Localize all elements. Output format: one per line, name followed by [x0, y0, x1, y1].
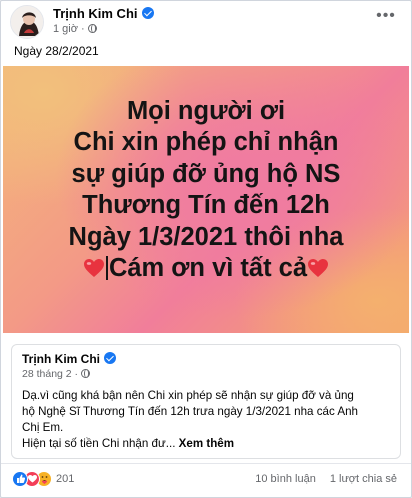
banner-thanks-text: Cám ơn vì tất cả — [108, 254, 308, 283]
globe-icon — [81, 369, 91, 378]
post-image[interactable]: Mọi người ơi Chi xin phép chỉ nhận sự gi… — [3, 66, 409, 333]
banner-line: Thương Tín đến 12h — [82, 191, 330, 220]
shared-post-author[interactable]: Trịnh Kim Chi — [22, 352, 116, 366]
verified-badge-icon — [141, 7, 154, 19]
post-time[interactable]: 1 giờ · — [53, 23, 85, 35]
shared-body-line: Dạ.vì cũng khá bận nên Chi xin phép sẽ n… — [22, 389, 354, 402]
more-options-icon[interactable]: ••• — [375, 8, 397, 25]
shares-count[interactable]: 1 lượt chia sẻ — [330, 473, 397, 485]
reaction-count[interactable]: 201 — [56, 473, 74, 486]
post-meta: 1 giờ · — [53, 23, 97, 36]
engagement-counts: 10 bình luận 1 lượt chia sẻ — [255, 473, 397, 486]
heart-icon — [83, 259, 104, 278]
banner-line: Ngày 1/3/2021 thôi nha — [68, 222, 344, 251]
shared-post-body-continued: Hiện tại số tiền Chi nhận đư... Xem thêm — [22, 436, 392, 452]
post-footer: 201 10 bình luận 1 lượt chia sẻ — [1, 463, 411, 493]
see-more-link[interactable]: Xem thêm — [179, 437, 234, 450]
shared-post-body: Dạ.vì cũng khá bận nên Chi xin phép sẽ n… — [22, 388, 392, 436]
post-author[interactable]: Trịnh Kim Chi — [53, 6, 154, 22]
shared-post[interactable]: Trịnh Kim Chi 28 tháng 2 · Dạ.vì cũng kh… — [11, 344, 401, 459]
thumbs-up-icon — [16, 474, 25, 483]
shared-body-line: Chị Em. — [22, 421, 64, 434]
like-reaction-icon — [12, 471, 28, 487]
avatar-photo — [11, 6, 43, 38]
banner-line: Mọi người ơi — [126, 97, 286, 125]
post-author-name[interactable]: Trịnh Kim Chi — [53, 6, 138, 21]
post-card: Trịnh Kim Chi 1 giờ · ••• Ngày 28/2/2021… — [0, 0, 412, 498]
avatar[interactable] — [10, 5, 44, 39]
banner-last-line: Cám ơn vì tất cả — [3, 253, 409, 284]
text-cursor — [105, 256, 108, 281]
comments-count[interactable]: 10 bình luận — [255, 473, 316, 485]
banner-line: sự giúp đỡ ủng hộ NS — [71, 159, 341, 188]
shared-post-time[interactable]: 28 tháng 2 · — [22, 368, 78, 380]
heart-icon — [308, 259, 329, 278]
post-text: Ngày 28/2/2021 — [14, 44, 99, 58]
shared-author-name[interactable]: Trịnh Kim Chi — [22, 352, 100, 366]
shared-post-meta: 28 tháng 2 · — [22, 368, 91, 380]
shared-body-line: hộ Nghệ Sĩ Thương Tín đến 12h trưa ngày … — [22, 405, 358, 418]
post-header: Trịnh Kim Chi 1 giờ · ••• — [1, 1, 411, 41]
verified-badge-icon — [104, 352, 116, 364]
globe-icon — [87, 24, 97, 33]
banner-text: Mọi người ơi Chi xin phép chỉ nhận sự gi… — [3, 96, 409, 284]
banner-line: Chi xin phép chỉ nhận — [73, 128, 339, 157]
shared-body-truncated: Hiện tại số tiền Chi nhận đư... — [22, 437, 176, 450]
